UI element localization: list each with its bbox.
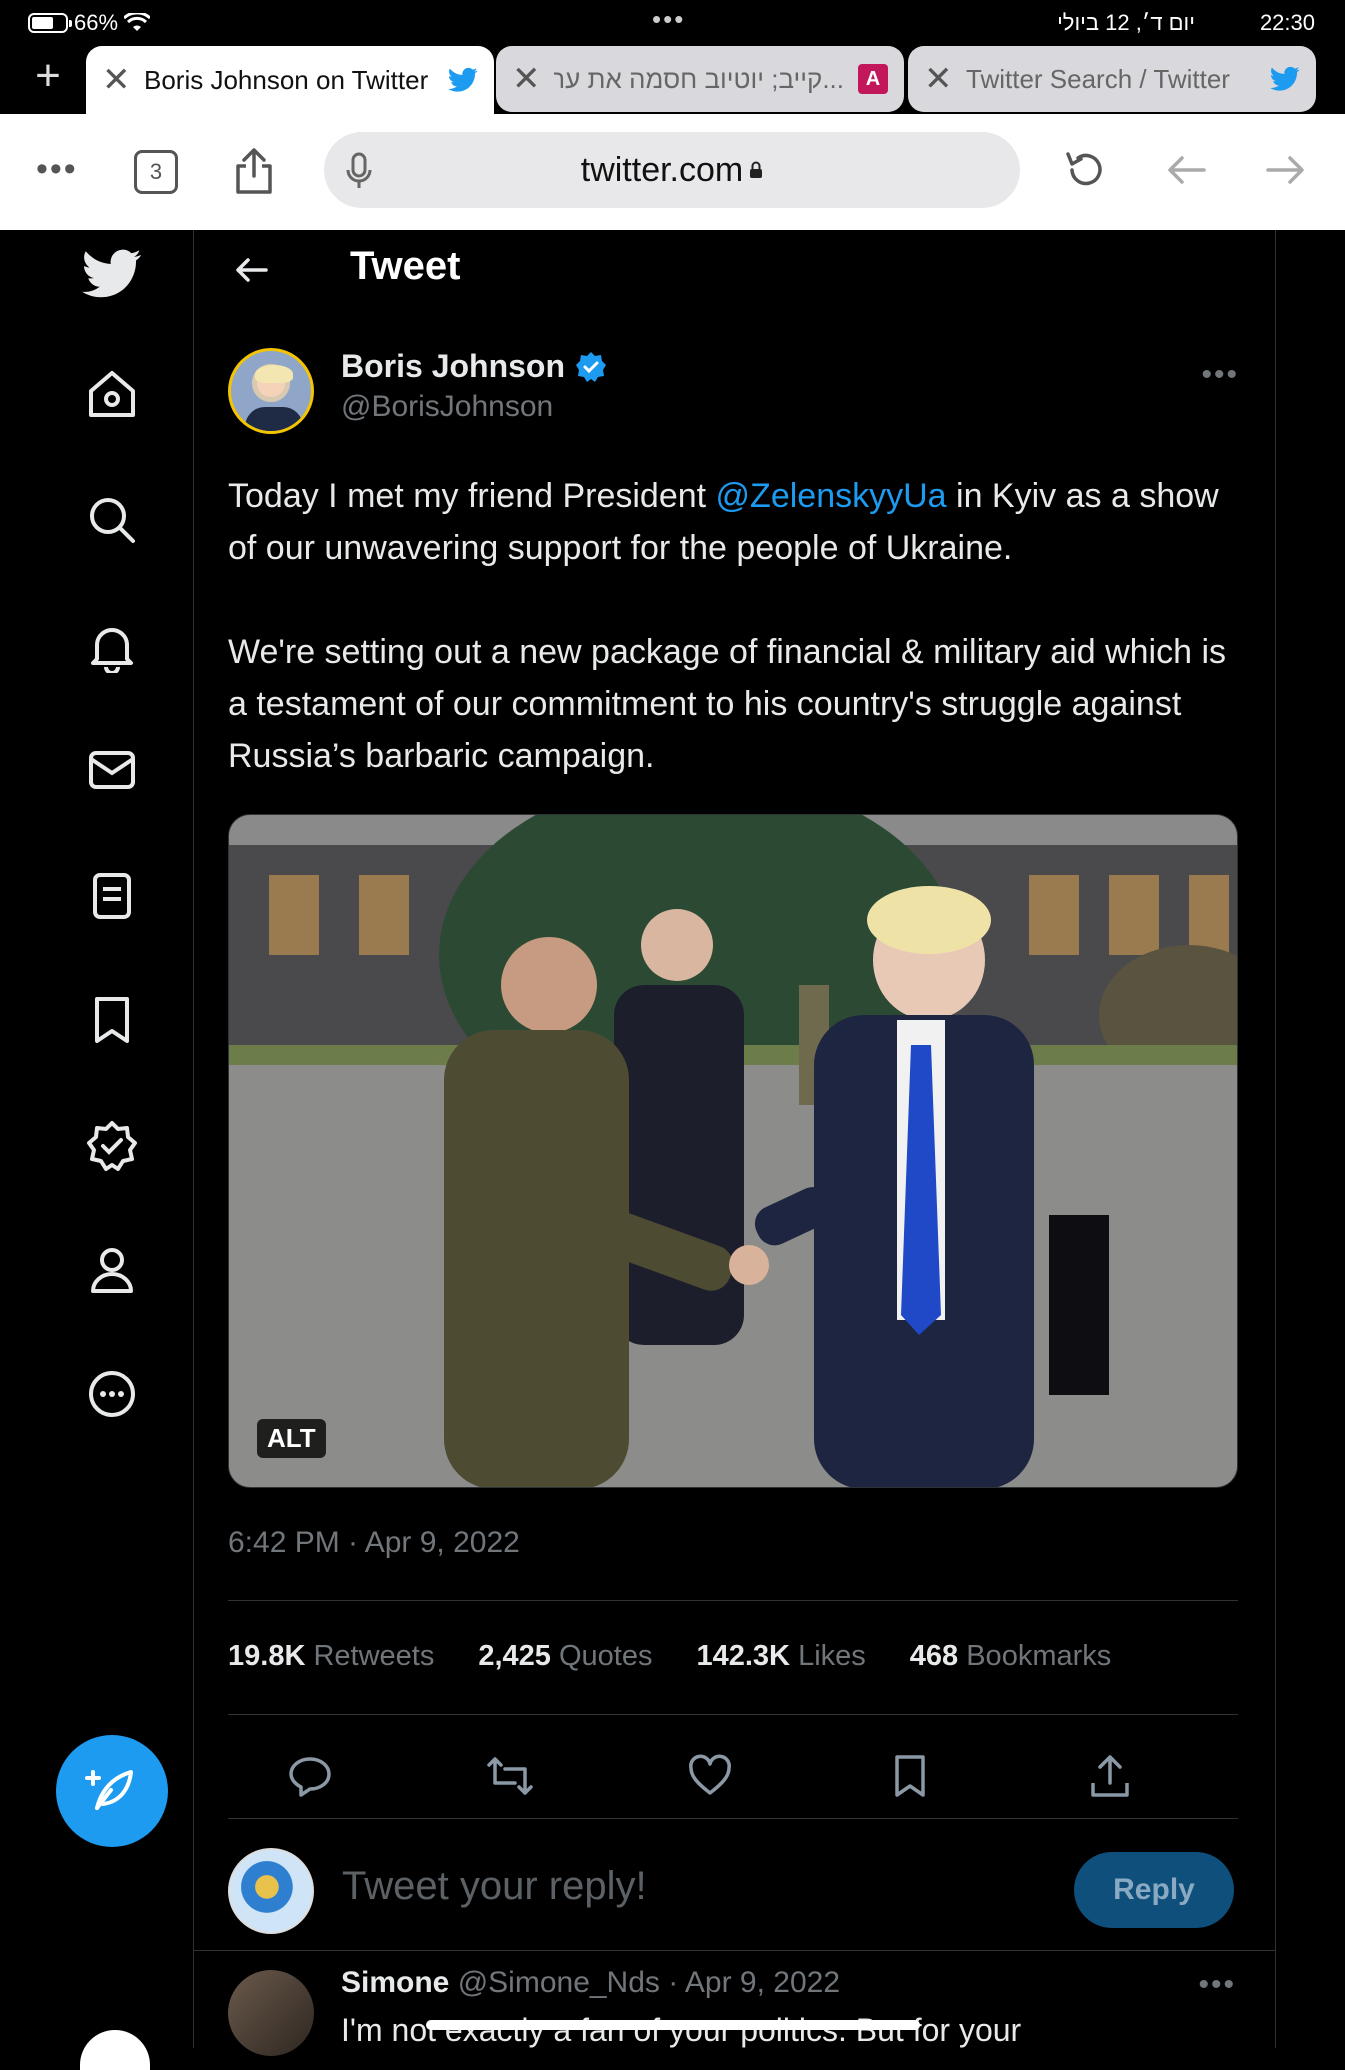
tweet-detail-column: Tweet Boris Johnson @BorisJohnson ••• To… bbox=[194, 230, 1276, 2056]
quotes-count: 2,425 bbox=[478, 1640, 551, 1672]
tweet-photo[interactable]: ALT bbox=[228, 814, 1238, 1488]
author-handle[interactable]: @BorisJohnson bbox=[341, 390, 553, 424]
alt-text-badge[interactable]: ALT bbox=[257, 1419, 326, 1458]
close-tab-icon[interactable]: ✕ bbox=[512, 59, 541, 99]
microphone-icon[interactable] bbox=[346, 152, 372, 190]
reply-author-name[interactable]: Simone bbox=[341, 1966, 449, 1999]
battery-icon bbox=[28, 13, 72, 33]
mention-link[interactable]: @ZelenskyyUa bbox=[716, 477, 947, 515]
reply-icon[interactable] bbox=[280, 1746, 340, 1806]
divider bbox=[228, 1818, 1238, 1819]
lock-icon bbox=[750, 161, 763, 178]
tweet-actions bbox=[228, 1746, 1238, 1806]
share-icon[interactable] bbox=[1080, 1746, 1140, 1806]
news-site-icon: A bbox=[858, 64, 888, 94]
back-arrow-icon[interactable] bbox=[1162, 146, 1210, 199]
bookmark-icon[interactable] bbox=[80, 988, 144, 1052]
reply-author-avatar[interactable] bbox=[228, 1970, 314, 2056]
quotes-stat[interactable]: 2,425 Quotes bbox=[478, 1640, 652, 1673]
messages-envelope-icon[interactable] bbox=[80, 738, 144, 802]
tab-title: Twitter Search / Twitter bbox=[966, 63, 1230, 94]
divider bbox=[228, 1714, 1238, 1715]
battery-percent: 66% bbox=[74, 10, 119, 35]
likes-stat[interactable]: 142.3K Likes bbox=[696, 1640, 865, 1673]
author-name-text: Boris Johnson bbox=[341, 348, 566, 384]
close-tab-icon[interactable]: ✕ bbox=[924, 59, 953, 99]
reply-text: I'm not exactly a fan of your politics. … bbox=[341, 2012, 1022, 2048]
tab-count-button[interactable]: 3 bbox=[134, 150, 178, 194]
tab-boris-johnson[interactable]: ✕ Boris Johnson on Twitter bbox=[86, 46, 494, 114]
more-circle-icon[interactable] bbox=[80, 1362, 144, 1426]
address-bar[interactable]: twitter.com bbox=[324, 132, 1020, 208]
more-options-icon[interactable]: ••• bbox=[1201, 358, 1239, 392]
tweet-text: Today I met my friend President @Zelensk… bbox=[228, 470, 1238, 782]
retweet-icon[interactable] bbox=[480, 1746, 540, 1806]
verified-badge-icon[interactable] bbox=[80, 1114, 144, 1178]
likes-count: 142.3K bbox=[696, 1640, 790, 1672]
twitter-bird-icon bbox=[1270, 66, 1300, 91]
tab-title: Boris Johnson on Twitter bbox=[144, 64, 429, 95]
page-header: Tweet bbox=[194, 230, 1275, 310]
home-indicator[interactable] bbox=[426, 2020, 920, 2030]
tab-title: ...קייב; יוטיוב חסמה את ערוץ bbox=[554, 63, 844, 94]
reply-composer: Tweet your reply! Reply bbox=[228, 1830, 1238, 1950]
twitter-bird-icon bbox=[448, 67, 478, 92]
battery-indicator: 66% bbox=[28, 10, 151, 36]
search-icon[interactable] bbox=[80, 488, 144, 552]
home-icon[interactable] bbox=[80, 362, 144, 426]
reply-header: Simone @Simone_Nds · Apr 9, 2022 bbox=[341, 1966, 840, 2000]
lists-icon[interactable] bbox=[80, 864, 144, 928]
bookmarks-stat[interactable]: 468 Bookmarks bbox=[910, 1640, 1112, 1673]
browser-tab-bar: + ✕ Boris Johnson on Twitter ✕ ...קייב; … bbox=[0, 42, 1345, 114]
status-bar: 66% ••• יום ד׳, 12 ביולי 22:30 bbox=[0, 0, 1345, 42]
author-avatar[interactable] bbox=[228, 348, 314, 434]
tab-twitter-search[interactable]: ✕ Twitter Search / Twitter bbox=[908, 46, 1316, 112]
new-tab-button[interactable]: + bbox=[28, 54, 68, 98]
bookmarks-label: Bookmarks bbox=[966, 1640, 1112, 1672]
forward-arrow-icon[interactable] bbox=[1262, 146, 1310, 199]
twitter-logo-icon[interactable] bbox=[80, 242, 144, 306]
tab-news-site[interactable]: ✕ ...קייב; יוטיוב חסמה את ערוץ A bbox=[496, 46, 904, 112]
more-options-icon[interactable]: ••• bbox=[1198, 1968, 1236, 2002]
wifi-icon bbox=[124, 13, 151, 31]
divider bbox=[194, 1950, 1276, 1951]
status-time: 22:30 bbox=[1259, 10, 1315, 35]
tweet-stats: 19.8K Retweets 2,425 Quotes 142.3K Likes… bbox=[228, 1640, 1111, 1673]
back-arrow-icon[interactable] bbox=[232, 250, 272, 295]
retweets-count: 19.8K bbox=[228, 1640, 306, 1672]
retweets-label: Retweets bbox=[313, 1640, 435, 1672]
browser-toolbar: ••• 3 twitter.com bbox=[0, 114, 1345, 230]
reload-icon[interactable] bbox=[1062, 146, 1110, 199]
multitask-dots-icon[interactable]: ••• bbox=[652, 4, 685, 35]
tweet-text-part: Today I met my friend President bbox=[228, 477, 716, 515]
verified-check-icon bbox=[576, 351, 607, 382]
user-avatar[interactable] bbox=[228, 1848, 314, 1934]
twitter-sidebar bbox=[0, 230, 194, 2070]
likes-label: Likes bbox=[798, 1640, 866, 1672]
more-options-icon[interactable]: ••• bbox=[36, 150, 78, 189]
reply-handle-date[interactable]: @Simone_Nds · Apr 9, 2022 bbox=[458, 1966, 840, 1999]
share-icon[interactable] bbox=[232, 146, 276, 201]
account-avatar[interactable] bbox=[80, 2030, 150, 2070]
quotes-label: Quotes bbox=[558, 1640, 653, 1672]
bookmarks-count: 468 bbox=[909, 1640, 959, 1672]
reply-button[interactable]: Reply bbox=[1074, 1852, 1234, 1928]
reply-input[interactable]: Tweet your reply! bbox=[342, 1864, 647, 1909]
close-tab-icon[interactable]: ✕ bbox=[102, 60, 131, 100]
compose-feather-icon bbox=[85, 1770, 133, 1810]
retweets-stat[interactable]: 19.8K Retweets bbox=[228, 1640, 434, 1673]
profile-icon[interactable] bbox=[80, 1238, 144, 1302]
divider bbox=[228, 1600, 1238, 1601]
tweet-timestamp[interactable]: 6:42 PM · Apr 9, 2022 bbox=[228, 1526, 520, 1560]
bookmark-icon[interactable] bbox=[880, 1746, 940, 1806]
url-text: twitter.com bbox=[580, 150, 744, 189]
page-title: Tweet bbox=[350, 244, 461, 288]
like-heart-icon[interactable] bbox=[680, 1746, 740, 1806]
compose-tweet-button[interactable] bbox=[56, 1735, 168, 1847]
notifications-bell-icon[interactable] bbox=[80, 614, 144, 678]
status-date: יום ד׳, 12 ביולי bbox=[1057, 10, 1195, 35]
tweet-text-part: in Kyiv as a show of our unwavering supp… bbox=[228, 477, 1227, 775]
author-name[interactable]: Boris Johnson bbox=[341, 348, 607, 385]
